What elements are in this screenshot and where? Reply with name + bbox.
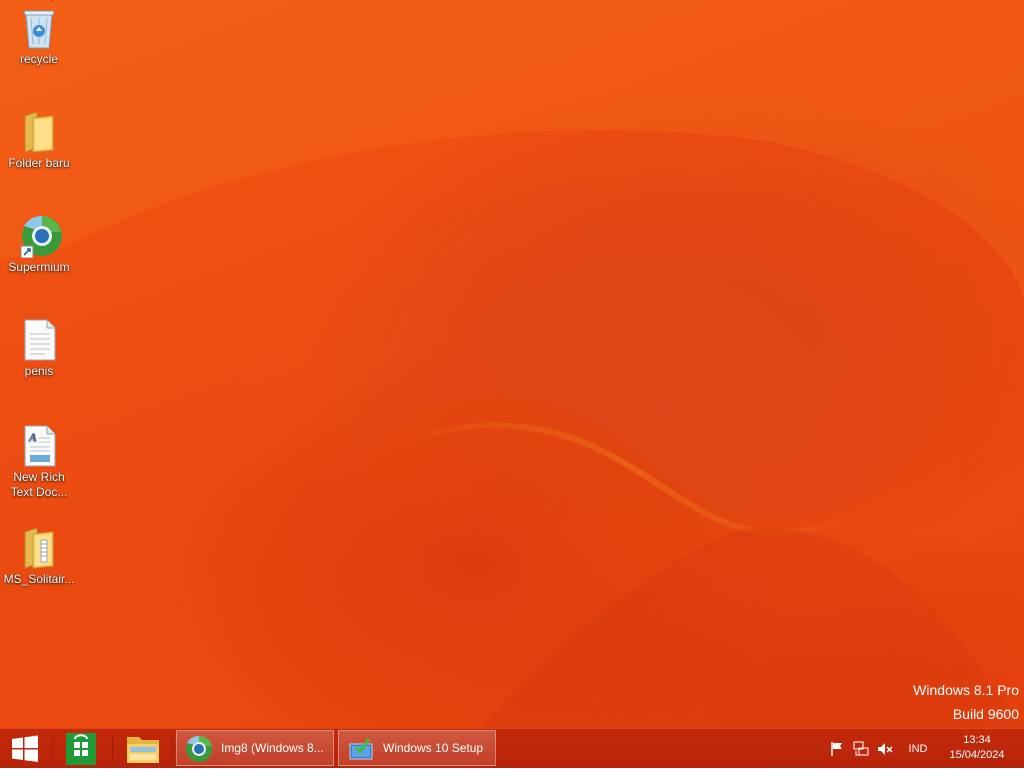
folder-icon [127, 737, 159, 763]
supermium-browser-icon [19, 214, 62, 258]
taskbar-window-img8[interactable]: Img8 (Windows 8... [176, 730, 334, 766]
desktop-icon-supermium[interactable]: Supermium [2, 214, 76, 275]
taskbar-separator [112, 735, 113, 763]
taskbar-window-windows-10-setup[interactable]: Windows 10 Setup [338, 730, 496, 766]
desktop-icon-label: New Rich Text Doc... [10, 470, 68, 499]
desktop-icon-folder-baru[interactable]: Folder baru [2, 110, 76, 171]
taskbar: Img8 (Windows 8... Windows 10 Setup IND … [0, 728, 1024, 768]
store-bag-icon [66, 733, 96, 765]
action-center-flag-icon[interactable] [829, 741, 845, 757]
desktop-icon-recycle[interactable]: recycle [2, 6, 76, 67]
setup-icon [347, 735, 375, 763]
store-button[interactable] [56, 729, 106, 768]
wallpaper-swirl [0, 0, 1024, 728]
recycle-bin-icon [19, 6, 59, 50]
desktop-icon-ms-solitaire[interactable]: MS_Solitair... [2, 526, 76, 587]
desktop-icon-label: penis [24, 364, 54, 378]
text-document-icon [19, 318, 59, 362]
zip-folder-icon [19, 526, 59, 570]
folder-icon [19, 110, 59, 154]
rich-text-document-icon: A [19, 424, 59, 468]
start-button[interactable] [0, 729, 50, 768]
task-label: Windows 10 Setup [383, 741, 484, 755]
desktop-icon-label: Supermium [8, 260, 70, 274]
desktop-icon-label: recycle [19, 52, 58, 66]
task-label: Img8 (Windows 8... [221, 741, 324, 755]
windows-version-watermark: Windows 8.1 Pro Build 9600 [913, 678, 1019, 726]
desktop-icon-label: MS_Solitair... [3, 572, 75, 586]
desktop-icon-label: Folder baru [8, 156, 70, 170]
taskbar-separator [172, 735, 173, 763]
taskbar-separator [52, 735, 53, 763]
desktop[interactable]: recycle Folder baru Supermium penis A Ne… [0, 0, 1024, 728]
speaker-muted-icon[interactable] [877, 741, 893, 757]
input-language-indicator[interactable]: IND [900, 729, 936, 768]
watermark-build: Build 9600 [952, 706, 1019, 722]
clock-date: 15/04/2024 [949, 749, 1005, 761]
windows-logo-icon [12, 735, 38, 762]
network-icon[interactable] [853, 741, 869, 757]
file-explorer-button[interactable] [118, 729, 168, 768]
desktop-icon-penis[interactable]: penis [2, 318, 76, 379]
supermium-browser-icon [185, 735, 213, 763]
watermark-edition: Windows 8.1 Pro [913, 682, 1019, 698]
system-clock[interactable]: 13:34 15/04/2024 [940, 733, 1014, 763]
clock-time: 13:34 [963, 734, 991, 746]
svg-text:A: A [28, 430, 37, 444]
desktop-icon-rich-text-document[interactable]: A New Rich Text Doc... [2, 424, 76, 500]
